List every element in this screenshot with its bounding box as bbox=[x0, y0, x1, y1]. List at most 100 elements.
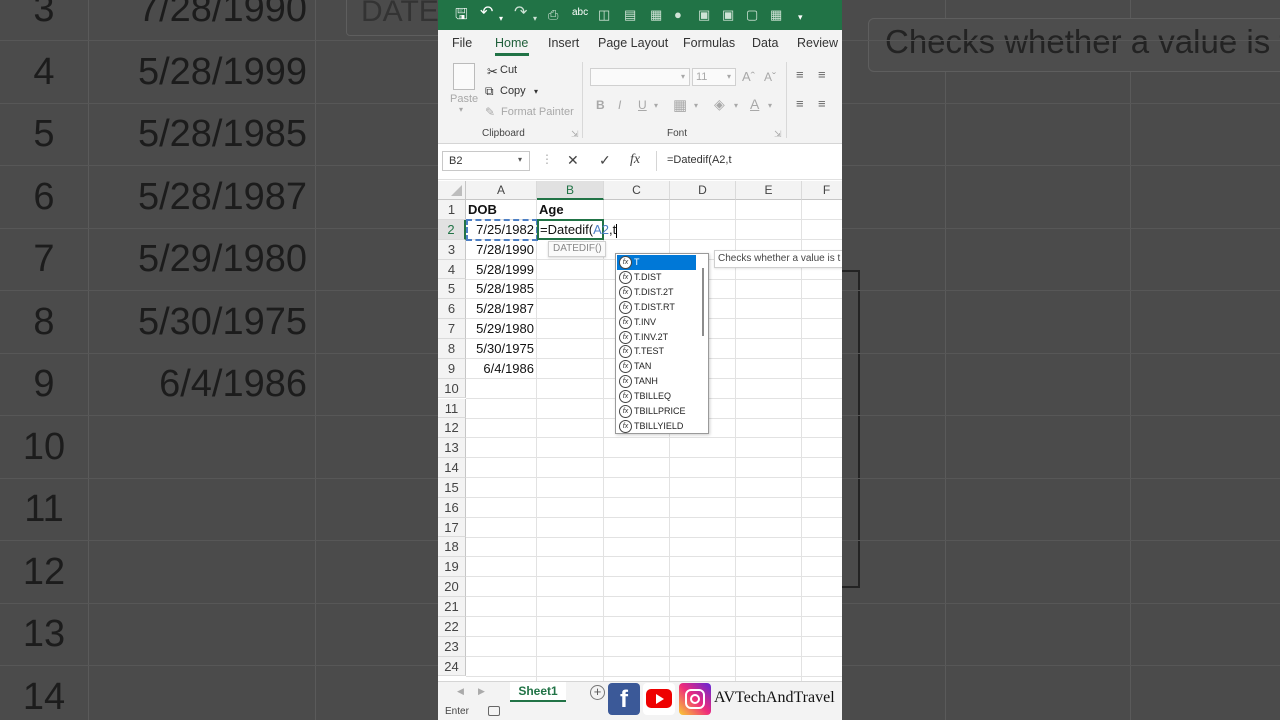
autocomplete-item[interactable]: fx TBILLYIELD bbox=[617, 419, 696, 433]
paste-label[interactable]: Paste bbox=[450, 93, 478, 105]
paste-dropdown-icon[interactable]: ▾ bbox=[459, 105, 463, 114]
tab-review[interactable]: Review bbox=[797, 36, 838, 50]
borders-dropdown-icon[interactable]: ▾ bbox=[694, 101, 698, 110]
cut-button[interactable]: Cut bbox=[500, 64, 517, 76]
tab-insert[interactable]: Insert bbox=[548, 36, 579, 50]
autocomplete-item[interactable]: fx T.DIST.RT bbox=[617, 300, 696, 315]
cell-a3[interactable]: 7/28/1990 bbox=[466, 240, 534, 260]
row-header-19[interactable]: 19 bbox=[438, 557, 466, 578]
sheet-next-icon[interactable]: ▶ bbox=[478, 686, 485, 697]
row-header-4[interactable]: 4 bbox=[438, 259, 466, 280]
camera-icon[interactable]: ▣ bbox=[722, 7, 734, 23]
row-header-5[interactable]: 5 bbox=[438, 279, 466, 300]
select-all-button[interactable] bbox=[438, 181, 466, 200]
font-color-icon[interactable]: A bbox=[750, 96, 759, 112]
row-header-14[interactable]: 14 bbox=[438, 458, 466, 478]
row-header-2[interactable]: 2 bbox=[438, 219, 466, 240]
insert-function-icon[interactable]: fx bbox=[630, 152, 640, 168]
font-name-dropdown-icon[interactable]: ▾ bbox=[681, 72, 685, 81]
row-header-12[interactable]: 12 bbox=[438, 418, 466, 439]
autocomplete-item[interactable]: fx TANH bbox=[617, 374, 696, 389]
copy-button[interactable]: Copy bbox=[500, 85, 526, 97]
name-box-dropdown-icon[interactable]: ▾ bbox=[518, 155, 522, 164]
add-sheet-icon[interactable]: + bbox=[590, 685, 605, 700]
cell-b1[interactable]: Age bbox=[539, 200, 564, 220]
autocomplete-item[interactable]: fx T.INV bbox=[617, 315, 696, 330]
tab-home[interactable]: Home bbox=[495, 36, 528, 50]
column-header-f[interactable]: F bbox=[802, 181, 842, 200]
cell-a8[interactable]: 5/30/1975 bbox=[466, 339, 534, 359]
row-header-6[interactable]: 6 bbox=[438, 299, 466, 320]
column-header-a[interactable]: A bbox=[466, 181, 537, 200]
redo-dropdown-icon[interactable]: ▾ bbox=[533, 11, 537, 27]
function-hint[interactable]: DATEDIF() bbox=[548, 241, 606, 257]
autocomplete-item[interactable]: fx TAN bbox=[617, 359, 696, 374]
autocomplete-item[interactable]: fx T.INV.2T bbox=[617, 330, 696, 345]
table-icon[interactable]: ▦ bbox=[770, 7, 782, 23]
fill-color-dropdown-icon[interactable]: ▾ bbox=[734, 101, 738, 110]
row-header-18[interactable]: 18 bbox=[438, 537, 466, 558]
cell-a9[interactable]: 6/4/1986 bbox=[466, 359, 534, 379]
fill-color-icon[interactable]: ◈ bbox=[714, 96, 725, 113]
redo-icon[interactable]: ↷ bbox=[514, 5, 527, 21]
sheet-tab-sheet1[interactable]: Sheet1 bbox=[510, 682, 566, 702]
cell-a4[interactable]: 5/28/1999 bbox=[466, 260, 534, 280]
undo-icon[interactable]: ↶ bbox=[480, 5, 493, 21]
bold-button[interactable]: B bbox=[596, 98, 605, 112]
cut-icon[interactable]: ✂ bbox=[487, 64, 498, 80]
export-icon[interactable]: ▦ bbox=[650, 7, 662, 23]
row-header-21[interactable]: 21 bbox=[438, 597, 466, 617]
italic-button[interactable]: I bbox=[618, 98, 621, 112]
font-launcher-icon[interactable]: ⇲ bbox=[774, 129, 782, 140]
autocomplete-item[interactable]: fx TBILLEQ bbox=[617, 389, 696, 404]
row-header-22[interactable]: 22 bbox=[438, 616, 466, 637]
row-header-20[interactable]: 20 bbox=[438, 577, 466, 597]
youtube-icon[interactable] bbox=[643, 683, 675, 715]
row-header-16[interactable]: 16 bbox=[438, 497, 466, 518]
tab-file[interactable]: File bbox=[452, 36, 472, 50]
tab-formulas[interactable]: Formulas bbox=[683, 36, 735, 50]
formula-input[interactable]: =Datedif(A2,t bbox=[656, 151, 842, 171]
tab-data[interactable]: Data bbox=[752, 36, 778, 50]
instagram-icon[interactable] bbox=[679, 683, 711, 715]
row-header-8[interactable]: 8 bbox=[438, 338, 466, 359]
align-middle-icon[interactable]: ≡ bbox=[818, 67, 826, 82]
autocomplete-item[interactable]: fx TBILLPRICE bbox=[617, 404, 696, 419]
row-header-13[interactable]: 13 bbox=[438, 438, 466, 459]
save-icon[interactable]: 🖫 bbox=[455, 7, 468, 23]
name-box[interactable]: B2 bbox=[442, 151, 530, 171]
accessibility-icon[interactable] bbox=[488, 706, 500, 716]
cell-edit-text[interactable]: =Datedif(A2,t bbox=[540, 220, 618, 239]
print-icon[interactable]: ⎙ bbox=[548, 7, 558, 23]
underline-dropdown-icon[interactable]: ▾ bbox=[654, 101, 658, 110]
autocomplete-item[interactable]: fx T.DIST.2T bbox=[617, 285, 696, 300]
font-name-box[interactable] bbox=[590, 68, 690, 86]
tab-page-layout[interactable]: Page Layout bbox=[598, 36, 668, 50]
autocomplete-item[interactable]: fx T bbox=[617, 255, 696, 270]
format-painter-icon[interactable]: ✎ bbox=[485, 105, 495, 119]
clipboard-launcher-icon[interactable]: ⇲ bbox=[571, 129, 579, 140]
align-top-icon[interactable]: ≡ bbox=[796, 67, 804, 82]
formula-bar-menu-icon[interactable]: ⋮ bbox=[541, 152, 553, 166]
copy-dropdown-icon[interactable]: ▾ bbox=[534, 87, 538, 96]
column-header-d[interactable]: D bbox=[670, 181, 736, 200]
decrease-font-icon[interactable]: Aˇ bbox=[764, 70, 776, 84]
paste-icon[interactable] bbox=[453, 63, 475, 90]
row-header-24[interactable]: 24 bbox=[438, 656, 466, 677]
shapes-icon[interactable]: ▢ bbox=[746, 7, 758, 23]
font-size-dropdown-icon[interactable]: ▾ bbox=[727, 72, 731, 81]
increase-font-icon[interactable]: Aˆ bbox=[742, 69, 755, 84]
row-header-7[interactable]: 7 bbox=[438, 319, 466, 339]
open-icon[interactable]: ◫ bbox=[598, 7, 610, 23]
align-left-icon[interactable]: ≡ bbox=[796, 96, 804, 111]
autocomplete-item[interactable]: fx T.TEST bbox=[617, 344, 696, 359]
font-color-dropdown-icon[interactable]: ▾ bbox=[768, 101, 772, 110]
customize-toolbar-icon[interactable]: ▾ bbox=[798, 9, 803, 25]
row-header-17[interactable]: 17 bbox=[438, 517, 466, 538]
cell-a7[interactable]: 5/29/1980 bbox=[466, 319, 534, 339]
undo-dropdown-icon[interactable]: ▾ bbox=[499, 11, 503, 27]
align-center-icon[interactable]: ≡ bbox=[818, 96, 826, 111]
spelling-icon[interactable]: abc bbox=[572, 5, 588, 21]
doc-icon[interactable]: ▤ bbox=[624, 7, 636, 23]
cancel-icon[interactable]: ✕ bbox=[567, 152, 579, 169]
